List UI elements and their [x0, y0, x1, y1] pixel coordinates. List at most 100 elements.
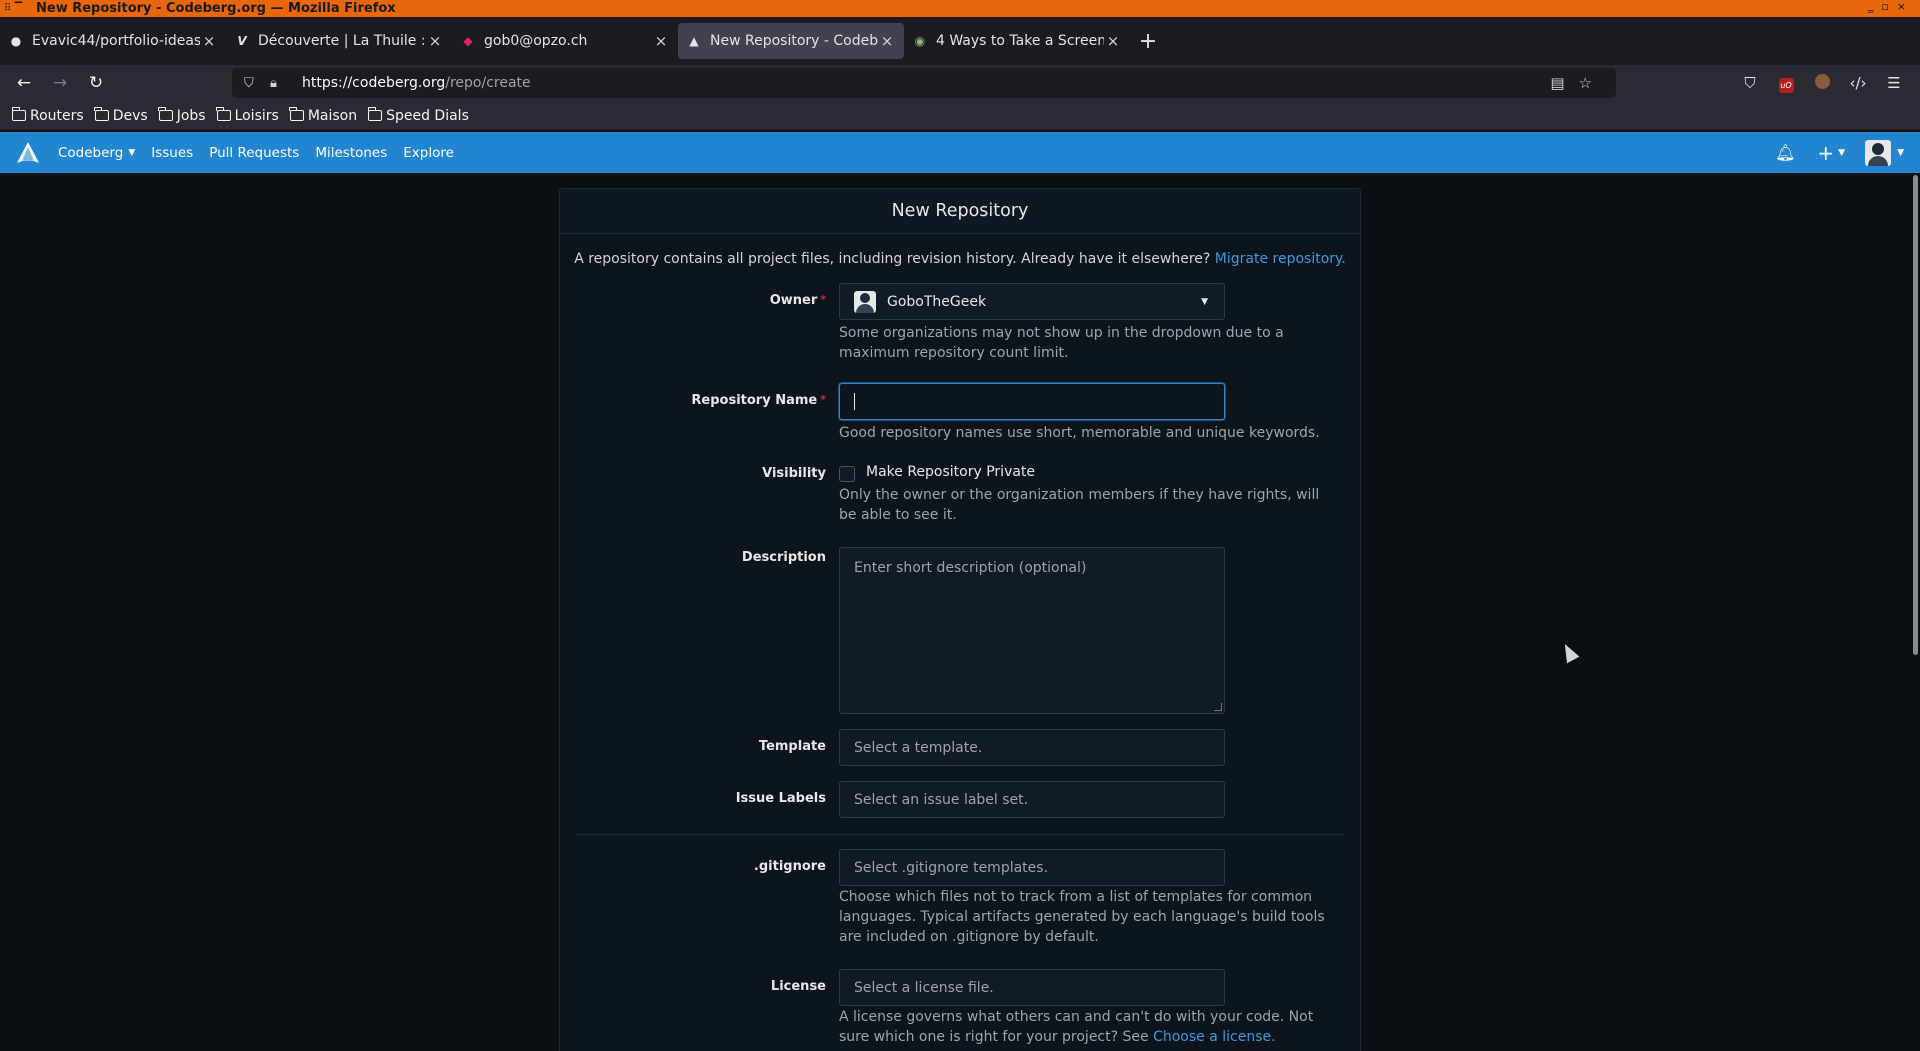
tab-label: 4 Ways to Take a Screens: [936, 33, 1104, 49]
back-button[interactable]: ←: [6, 73, 42, 93]
resize-handle[interactable]: [1214, 703, 1222, 711]
bookmark-folder[interactable]: Speed Dials: [367, 107, 469, 124]
github-icon: ●: [10, 34, 22, 48]
bookmark-folder[interactable]: Loisirs: [216, 107, 279, 124]
header-actions: 🔔︎ + ▼ ▼: [1775, 139, 1904, 166]
gitignore-dropdown[interactable]: Select .gitignore templates.: [839, 849, 1225, 886]
window-title: New Repository - Codeberg.org — Mozilla …: [36, 1, 396, 16]
extension-icon[interactable]: [1804, 73, 1840, 93]
lock-icon[interactable]: 🔒︎: [270, 76, 296, 91]
private-checkbox-label[interactable]: Make Repository Private: [866, 464, 1035, 480]
private-checkbox[interactable]: [839, 466, 855, 482]
ublock-icon[interactable]: uO: [1768, 74, 1804, 93]
license-help: A license governs what others can and ca…: [839, 1009, 1314, 1045]
description-placeholder: Enter short description (optional): [854, 560, 1087, 576]
folder-icon: [289, 107, 304, 121]
template-dropdown[interactable]: Select a template.: [839, 729, 1225, 766]
close-icon[interactable]: ×: [426, 32, 444, 50]
close-icon[interactable]: ×: [652, 32, 670, 50]
browser-tab-bar: ● Evavic44/portfolio-ideas: × V Découver…: [0, 17, 1920, 65]
migrate-repository-link[interactable]: Migrate repository.: [1215, 251, 1346, 267]
bookmark-folder[interactable]: Devs: [94, 107, 148, 124]
folder-icon: [158, 107, 173, 121]
reader-bookmark-icons[interactable]: ▤☆: [1550, 74, 1606, 92]
license-label: License: [770, 979, 826, 994]
scrollbar-thumb[interactable]: [1913, 175, 1918, 655]
close-icon[interactable]: ×: [1104, 32, 1122, 50]
new-repository-form: New Repository A repository contains all…: [559, 188, 1361, 1051]
mail-icon: ◆: [463, 34, 473, 48]
gitignore-help: Choose which files not to track from a l…: [839, 889, 1325, 945]
toolbar-right: ⛉ uO ‹/› ☰: [1732, 73, 1912, 93]
hamburger-menu-icon[interactable]: ☰: [1876, 74, 1912, 92]
text-cursor: [854, 393, 855, 410]
bookmark-folder[interactable]: Maison: [289, 107, 357, 124]
issue-labels-label: Issue Labels: [735, 791, 826, 806]
tab-label: New Repository - Codebe: [710, 33, 878, 49]
owner-help: Some organizations may not show up in th…: [839, 325, 1284, 361]
mouse-pointer-icon: [1558, 640, 1580, 664]
nav-milestones[interactable]: Milestones: [315, 145, 387, 161]
form-intro: A repository contains all project files,…: [574, 251, 1346, 267]
site-header: Codeberg ▼ Issues Pull Requests Milestone…: [0, 132, 1920, 173]
description-textarea[interactable]: Enter short description (optional): [839, 547, 1225, 714]
bookmarks-bar: Routers Devs Jobs Loisirs Maison Speed D…: [0, 101, 1920, 131]
codeberg-menu[interactable]: Codeberg ▼: [58, 145, 135, 161]
forward-button[interactable]: →: [42, 73, 78, 93]
plus-icon: +: [1138, 28, 1158, 54]
owner-avatar: [854, 290, 876, 313]
window-titlebar: ⠿ ▔ New Repository - Codeberg.org — Mozi…: [0, 0, 1920, 17]
url-bar[interactable]: ⛉ 🔒︎ https://codeberg.org/repo/create ▤☆: [232, 68, 1616, 98]
visibility-help: Only the owner or the organization membe…: [839, 487, 1320, 523]
caret-down-icon[interactable]: ▼: [1897, 148, 1904, 158]
create-plus-icon[interactable]: +: [1817, 141, 1834, 165]
section-divider: [575, 834, 1345, 835]
folder-icon: [11, 107, 26, 121]
caret-down-icon: ▼: [1201, 296, 1208, 307]
close-icon[interactable]: ×: [200, 32, 218, 50]
license-dropdown[interactable]: Select a license file.: [839, 969, 1225, 1006]
wikihow-icon: ◉: [914, 34, 926, 48]
folder-icon: [94, 107, 109, 121]
folder-icon: [216, 107, 231, 121]
owner-label: Owner *: [769, 293, 826, 308]
pocket-icon[interactable]: ⛉: [1732, 74, 1768, 92]
tab-label: Découverte | La Thuile :: [258, 33, 426, 49]
window-menu-icon[interactable]: ⠿ ▔: [0, 3, 36, 14]
codeberg-logo-icon[interactable]: [14, 139, 42, 167]
codeberg-icon: ▲: [689, 34, 699, 48]
repository-name-input[interactable]: [839, 383, 1225, 420]
bookmark-folder[interactable]: Routers: [11, 107, 84, 124]
bookmark-folder[interactable]: Jobs: [158, 107, 206, 124]
page-scrollbar[interactable]: [1910, 173, 1920, 1051]
issue-labels-dropdown[interactable]: Select an issue label set.: [839, 781, 1225, 818]
new-tab-button[interactable]: +: [1130, 17, 1166, 65]
window-controls[interactable]: ‗▫×: [1868, 0, 1914, 13]
form-title: New Repository: [560, 189, 1360, 234]
nav-explore[interactable]: Explore: [403, 145, 454, 161]
description-label: Description: [741, 550, 826, 565]
tab-github[interactable]: ● Evavic44/portfolio-ideas: ×: [0, 17, 226, 65]
tab-new-repository[interactable]: ▲ New Repository - Codebe ×: [678, 23, 904, 59]
url-text[interactable]: https://codeberg.org/repo/create: [302, 75, 531, 91]
shield-icon[interactable]: ⛉: [244, 76, 270, 91]
choose-license-link[interactable]: Choose a license.: [1153, 1029, 1276, 1045]
owner-dropdown[interactable]: GoboTheGeek ▼: [839, 283, 1225, 320]
repository-name-help: Good repository names use short, memorab…: [839, 425, 1320, 441]
caret-down-icon[interactable]: ▼: [1838, 148, 1845, 158]
vimeo-icon: V: [237, 34, 247, 48]
repository-name-label: Repository Name *: [691, 393, 826, 408]
tab-mail[interactable]: ◆ gob0@opzo.ch ×: [452, 17, 678, 65]
bell-icon[interactable]: 🔔︎: [1775, 143, 1795, 162]
devtools-icon[interactable]: ‹/›: [1840, 74, 1876, 92]
tab-vimeo[interactable]: V Découverte | La Thuile : ×: [226, 17, 452, 65]
gitignore-label: .gitignore: [753, 859, 826, 874]
close-icon[interactable]: ×: [878, 32, 896, 50]
tab-wikihow[interactable]: ◉ 4 Ways to Take a Screens ×: [904, 17, 1130, 65]
nav-pull-requests[interactable]: Pull Requests: [209, 145, 299, 161]
folder-icon: [367, 107, 383, 121]
user-avatar[interactable]: [1865, 139, 1892, 166]
nav-issues[interactable]: Issues: [151, 145, 193, 161]
reload-button[interactable]: ↻: [78, 73, 114, 93]
visibility-label: Visibility: [762, 466, 826, 481]
